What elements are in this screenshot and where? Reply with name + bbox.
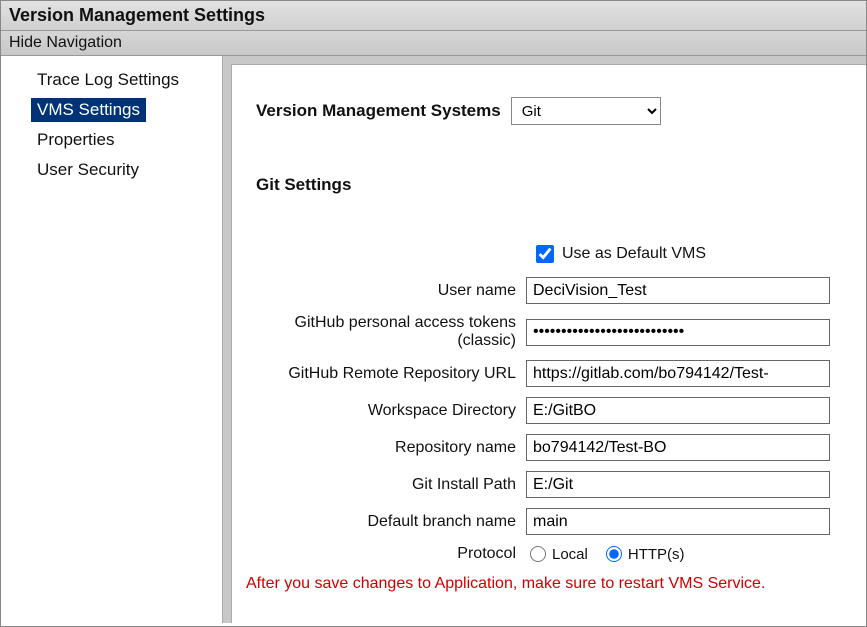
hide-navigation-link[interactable]: Hide Navigation xyxy=(1,31,866,56)
repo-url-input[interactable] xyxy=(526,360,830,387)
repo-name-label: Repository name xyxy=(256,439,526,457)
username-input[interactable] xyxy=(526,277,830,304)
sidebar-item-user-security[interactable]: User Security xyxy=(1,156,222,184)
branch-label: Default branch name xyxy=(256,513,526,531)
token-input[interactable] xyxy=(526,319,830,346)
content-area: Trace Log Settings VMS Settings Properti… xyxy=(1,56,866,623)
repo-name-input[interactable] xyxy=(526,434,830,461)
protocol-https-radio[interactable] xyxy=(606,546,622,562)
git-settings-heading: Git Settings xyxy=(256,175,866,195)
main-panel: Version Management Systems Git Git Setti… xyxy=(223,56,866,623)
default-vms-checkbox[interactable] xyxy=(536,245,554,263)
git-settings-form: Use as Default VMS User name GitHub pers… xyxy=(256,245,866,563)
token-label: GitHub personal access tokens (classic) xyxy=(256,314,526,350)
install-path-input[interactable] xyxy=(526,471,830,498)
main-inner: Version Management Systems Git Git Setti… xyxy=(231,64,866,623)
sidebar: Trace Log Settings VMS Settings Properti… xyxy=(1,56,223,623)
vms-systems-label: Version Management Systems xyxy=(256,101,501,121)
workspace-input[interactable] xyxy=(526,397,830,424)
window-title: Version Management Settings xyxy=(1,1,866,31)
protocol-label: Protocol xyxy=(256,545,526,563)
install-path-label: Git Install Path xyxy=(256,476,526,494)
workspace-label: Workspace Directory xyxy=(256,402,526,420)
restart-warning: After you save changes to Application, m… xyxy=(246,575,866,593)
sidebar-item-trace-log[interactable]: Trace Log Settings xyxy=(1,66,222,94)
username-label: User name xyxy=(256,282,526,300)
repo-url-label: GitHub Remote Repository URL xyxy=(256,365,526,383)
protocol-https-label: HTTP(s) xyxy=(628,546,685,563)
sidebar-item-properties[interactable]: Properties xyxy=(1,126,222,154)
protocol-local-radio[interactable] xyxy=(530,546,546,562)
vms-systems-select[interactable]: Git xyxy=(511,97,661,125)
default-vms-label: Use as Default VMS xyxy=(562,245,706,263)
sidebar-item-vms-settings[interactable]: VMS Settings xyxy=(31,98,146,122)
branch-input[interactable] xyxy=(526,508,830,535)
protocol-local-label: Local xyxy=(552,546,588,563)
